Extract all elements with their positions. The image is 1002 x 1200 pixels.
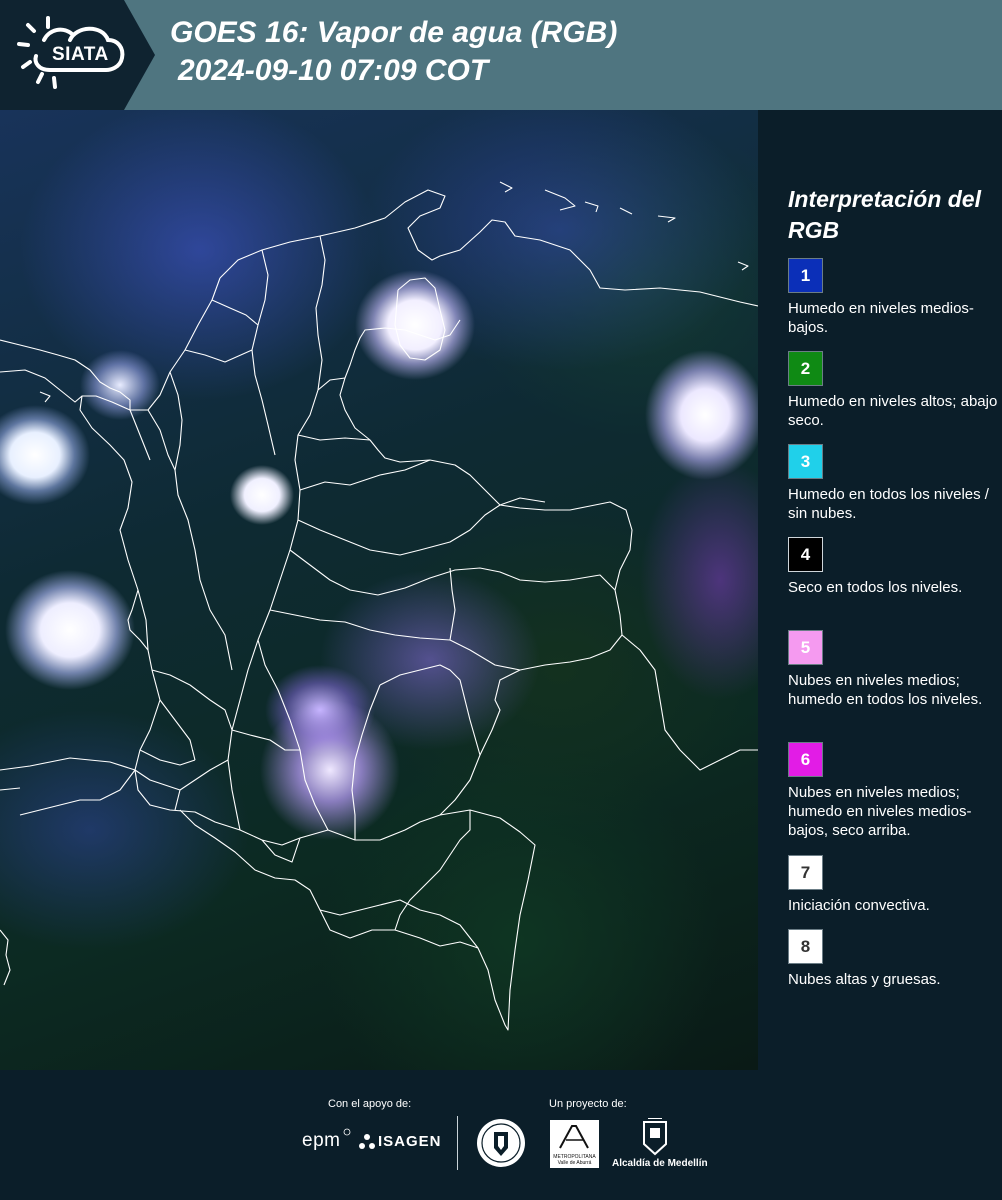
footer: Con el apoyo de: Un proyecto de: epm ISA… [0,1070,1002,1200]
area-line-2: Valle de Aburrá [557,1160,592,1166]
isagen-icon [359,1134,375,1149]
title-line-2: 2024-09-10 07:09 COT [178,54,489,87]
legend-item-7: 7 Iniciación convectiva. [788,855,998,915]
logo-block: SIATA [0,0,155,110]
footer-divider [457,1116,458,1170]
area-metropolitana-text: METROPOLITANA Valle de Aburrá [552,1154,597,1166]
medellin-logo-text: Alcaldía de Medellín [612,1158,708,1169]
country-borders [0,181,758,1031]
page-title: GOES 16: Vapor de agua (RGB) 2024-09-10 … [170,14,617,90]
legend-swatch-4: 4 [788,537,823,572]
legend-item-8: 8 Nubes altas y gruesas. [788,929,998,989]
legend-item-2: 2 Humedo en niveles altos; abajo seco. [788,351,998,430]
legend-item-4: 4 Seco en todos los niveles. [788,537,998,597]
legend-swatch-1: 1 [788,258,823,293]
legend-swatch-7: 7 [788,855,823,890]
support-label: Con el apoyo de: [328,1098,412,1110]
legend-description-3: Humedo en todos los niveles / sin nubes. [788,486,989,522]
title-line-1: GOES 16: Vapor de agua (RGB) [170,16,618,49]
satellite-map [0,110,758,1070]
isagen-logo: ISAGEN [378,1133,442,1150]
university-seal-icon [477,1119,525,1167]
medellin-shield-icon [643,1118,667,1156]
legend-item-5: 5 Nubes en niveles medios; humedo en tod… [788,630,998,709]
legend-item-3: 3 Humedo en todos los niveles / sin nube… [788,444,998,523]
legend-swatch-6: 6 [788,742,823,777]
legend-description-7: Iniciación convectiva. [788,897,930,914]
legend-description-1: Humedo en niveles medios-bajos. [788,300,974,336]
legend-description-5: Nubes en niveles medios; humedo en todos… [788,672,983,708]
epm-logo: epm [302,1130,341,1151]
legend-description-6: Nubes en niveles medios; humedo en nivel… [788,784,972,839]
legend-title: Interpretación del RGB [788,186,981,243]
legend-description-4: Seco en todos los niveles. [788,579,963,596]
project-label: Un proyecto de: [549,1098,627,1110]
legend-description-8: Nubes altas y gruesas. [788,971,941,988]
epm-registered-icon [343,1128,351,1136]
legend-panel: Interpretación del RGB 1 Humedo en nivel… [758,110,1002,1070]
legend-description-2: Humedo en niveles altos; abajo seco. [788,393,998,429]
legend-swatch-3: 3 [788,444,823,479]
legend-swatch-2: 2 [788,351,823,386]
legend-swatch-8: 8 [788,929,823,964]
legend-item-6: 6 Nubes en niveles medios; humedo en niv… [788,742,998,840]
legend-item-1: 1 Humedo en niveles medios-bajos. [788,258,998,337]
area-metropolitana-logo: METROPOLITANA Valle de Aburrá [550,1120,599,1168]
legend-swatch-5: 5 [788,630,823,665]
area-metropolitana-icon [559,1125,589,1149]
header: SIATA GOES 16: Vapor de agua (RGB) 2024-… [0,0,1002,110]
logo-text: SIATA [52,44,109,65]
